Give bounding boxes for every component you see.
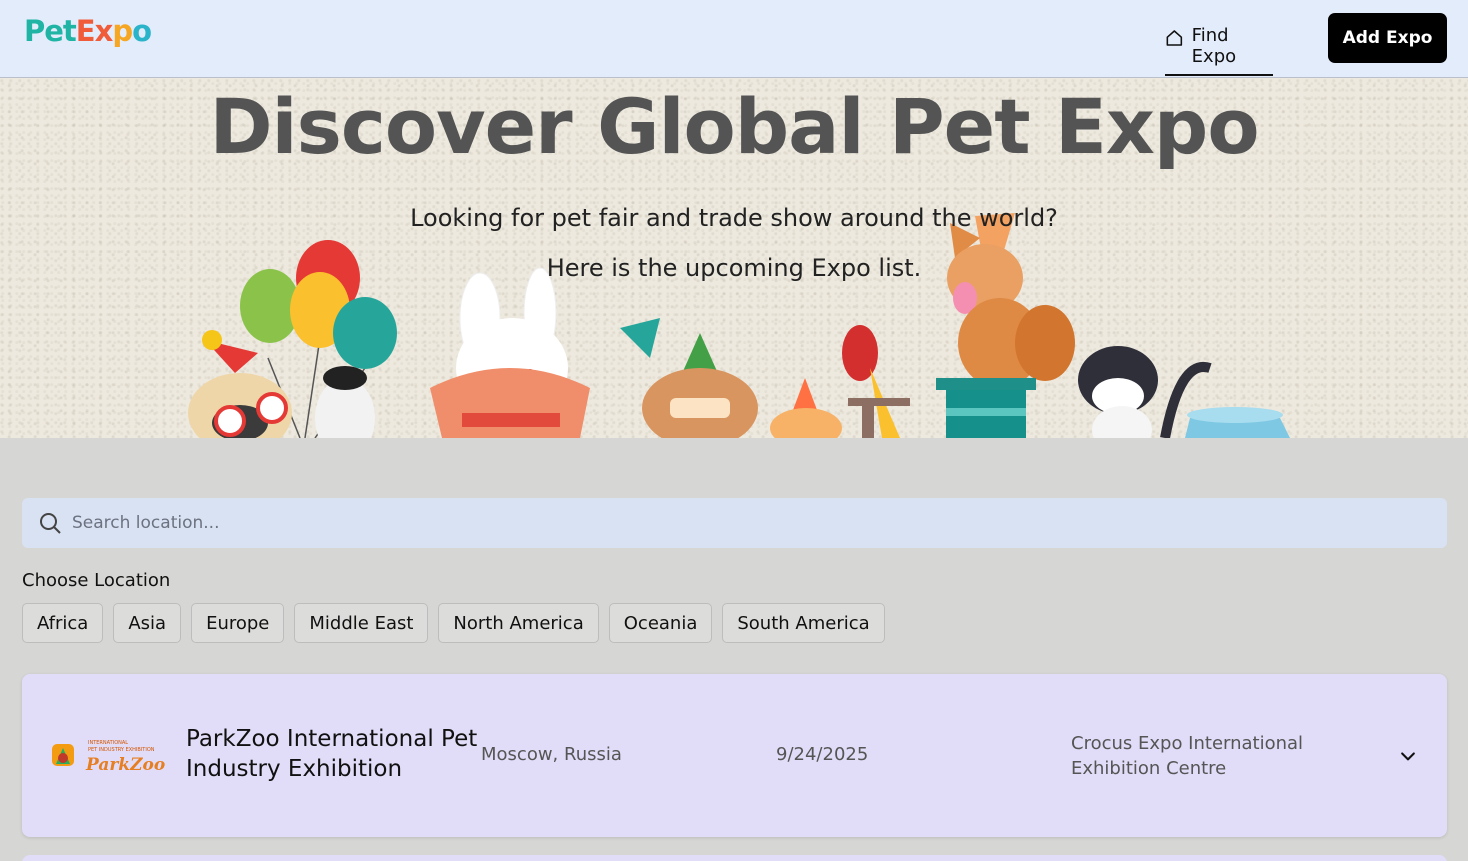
expo-name: ParkZoo International Pet Industry Exhib…	[186, 726, 478, 782]
expo-venue: Crocus Expo International Exhibition Cen…	[1071, 733, 1304, 779]
expo-card[interactable]: INTERNATIONAL PET INDUSTRY EXHIBITION Pa…	[22, 674, 1447, 837]
location-chip-europe[interactable]: Europe	[191, 603, 285, 643]
location-chip-middle-east[interactable]: Middle East	[294, 603, 429, 643]
location-chip-africa[interactable]: Africa	[22, 603, 104, 643]
hero-title: Discover Global Pet Expo	[209, 82, 1259, 171]
hero-subtitle-1: Looking for pet fair and trade show arou…	[410, 204, 1058, 232]
expo-location: Moscow, Russia	[481, 744, 622, 765]
expo-card-next[interactable]	[22, 855, 1447, 861]
parkzoo-logo: INTERNATIONAL PET INDUSTRY EXHIBITION Pa…	[52, 740, 165, 775]
svg-text:INTERNATIONAL: INTERNATIONAL	[88, 740, 128, 746]
location-chip-list: Africa Asia Europe Middle East North Ame…	[22, 603, 885, 643]
location-chip-oceania[interactable]: Oceania	[608, 603, 713, 643]
home-icon	[1166, 30, 1183, 46]
hero-subtitle-2: Here is the upcoming Expo list.	[546, 254, 922, 282]
location-search-bar[interactable]	[22, 498, 1447, 548]
choose-location-label: Choose Location	[22, 570, 171, 591]
location-chip-south-america[interactable]: South America	[722, 603, 885, 643]
add-expo-button[interactable]: Add Expo	[1328, 13, 1447, 63]
search-input[interactable]	[72, 513, 1372, 533]
svg-text:PET INDUSTRY EXHIBITION: PET INDUSTRY EXHIBITION	[88, 747, 155, 753]
nav-find-expo-label: Find Expo	[1191, 25, 1237, 67]
expo-date: 9/24/2025	[776, 744, 869, 765]
petexpo-logo[interactable]: PetExpo	[24, 14, 152, 48]
location-chip-asia[interactable]: Asia	[113, 603, 182, 643]
search-icon	[40, 513, 61, 534]
location-chip-north-america[interactable]: North America	[438, 603, 599, 643]
hero-banner: Discover Global Pet Expo Looking for pet…	[0, 78, 1468, 438]
chevron-down-icon[interactable]	[1398, 746, 1418, 766]
svg-text:ParkZoo: ParkZoo	[85, 755, 165, 775]
nav-find-expo[interactable]: Find Expo	[1165, 18, 1273, 76]
top-header: PetExpo Find Expo Add Expo	[0, 0, 1468, 78]
